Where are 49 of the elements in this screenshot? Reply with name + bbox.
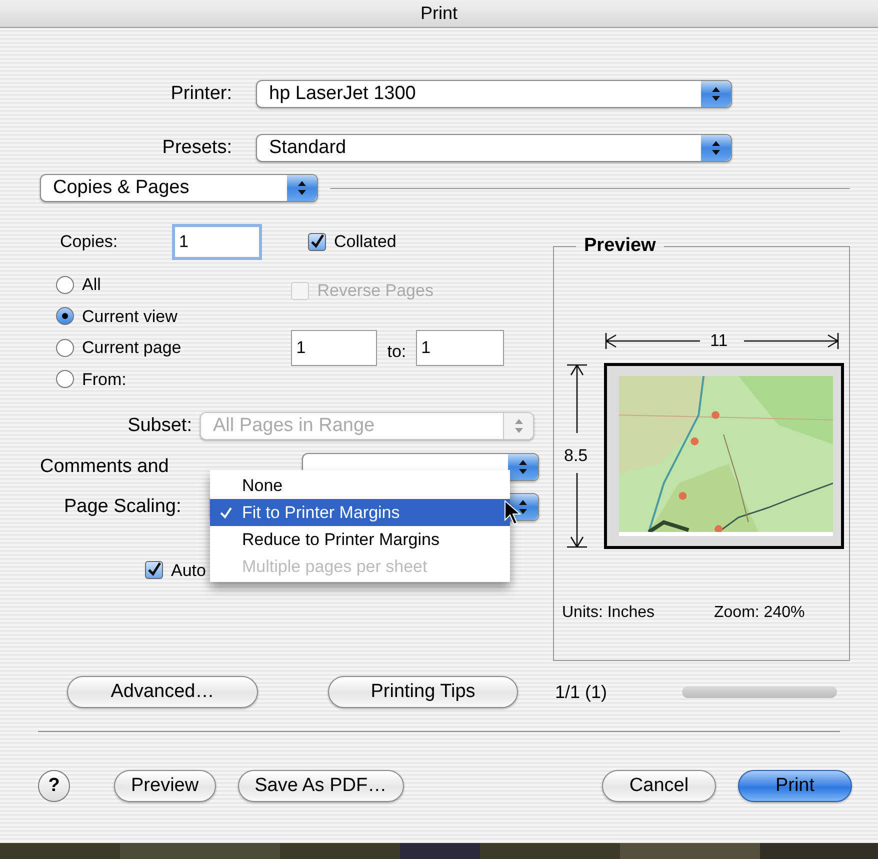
print-button[interactable]: Print [738, 770, 852, 802]
zoom-label: Zoom: 240% [714, 603, 805, 623]
radio-button[interactable] [56, 370, 74, 388]
field-label: Copies: [60, 231, 119, 254]
push-button[interactable]: Preview [114, 770, 216, 802]
radio-label: Current page [82, 337, 182, 359]
checkbox-label: Auto [171, 560, 206, 582]
radio-button[interactable] [56, 338, 74, 357]
field-label: Presets: [161, 136, 233, 160]
push-button[interactable]: Cancel [602, 770, 716, 802]
field-label: Page Scaling: [63, 495, 182, 519]
height-label: 8.5 [564, 445, 588, 467]
copies-field[interactable]: 1 [172, 224, 262, 260]
help-button[interactable]: ? [38, 770, 70, 802]
field-label: Comments and [40, 454, 170, 478]
window-title: Print [420, 2, 458, 25]
radio-label: From: [82, 368, 126, 390]
checkbox-label: Reverse Pages [317, 280, 434, 302]
menu-item[interactable]: Fit to Printer Margins [210, 499, 510, 526]
popup-arrows-icon [287, 175, 317, 201]
printer-popup[interactable]: hp LaserJet 1300 [256, 80, 732, 108]
pane-popup[interactable]: Copies & Pages [40, 174, 318, 202]
page-count: 1/1 (1) [555, 680, 608, 704]
field-label: to: [387, 340, 406, 363]
radio-button[interactable] [56, 276, 74, 294]
popup-arrows-icon [701, 81, 731, 108]
width-dimension-icon [604, 331, 840, 351]
menu-item[interactable]: None [210, 472, 510, 499]
checkbox[interactable] [308, 233, 326, 251]
menu-item[interactable]: Reduce to Printer Margins [210, 526, 510, 553]
radio-label: Current view [82, 306, 178, 328]
presets-popup[interactable]: Standard [256, 134, 732, 162]
width-label: 11 [710, 331, 728, 351]
from-field[interactable]: 1 [291, 330, 378, 366]
push-button[interactable]: Printing Tips [328, 676, 518, 708]
radio-button[interactable] [56, 307, 74, 326]
field-label: Subset: [126, 414, 193, 438]
checkmark-icon [220, 507, 232, 520]
field-label: Printer: [170, 82, 233, 106]
checkbox[interactable] [145, 561, 163, 580]
units-label: Units: Inches [562, 603, 656, 623]
popup-arrows-icon [701, 134, 731, 161]
popup-arrows-icon [503, 413, 533, 440]
popup-arrows-icon [508, 454, 538, 480]
to-field[interactable]: 1 [416, 330, 504, 366]
push-button[interactable]: Save As PDF… [238, 770, 404, 802]
checkbox-label: Collated [334, 231, 396, 254]
push-button[interactable]: Advanced… [67, 676, 258, 708]
radio-label: All [82, 274, 101, 296]
